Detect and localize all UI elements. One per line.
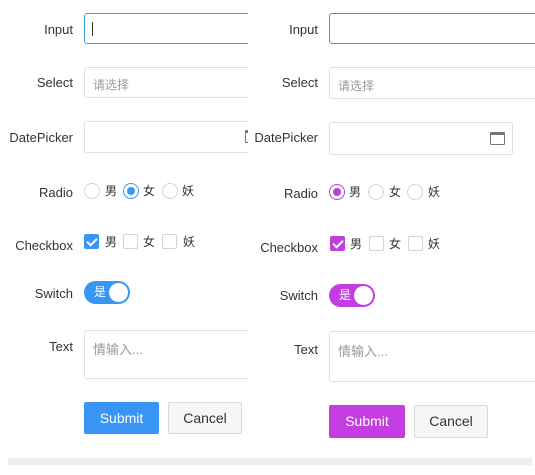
radio-button-selected[interactable] [329,184,345,200]
textarea-placeholder: 情输入... [338,344,388,359]
radio-button-selected[interactable] [123,183,139,199]
submit-button[interactable]: Submit [84,402,159,434]
radio-option-label: 男 [349,185,362,199]
input-field[interactable] [84,13,248,44]
cancel-button[interactable]: Cancel [168,402,242,434]
calendar-icon[interactable] [490,132,505,145]
radio-option-label: 女 [143,184,156,198]
text-label: Text [49,339,73,354]
radio-option-other[interactable]: 妖 [407,184,447,202]
datepicker-label: DatePicker [9,130,73,145]
radio-group: 男 女 妖 [329,184,489,202]
checkbox-option-male[interactable]: 男 [84,234,124,252]
cancel-button[interactable]: Cancel [414,405,488,438]
select-placeholder: 请选择 [338,79,375,93]
radio-button[interactable] [368,184,384,200]
checkbox-option-male[interactable]: 男 [330,236,370,254]
checkbox-option-label: 女 [143,235,156,249]
textarea-placeholder: 情输入... [93,342,143,357]
switch-knob [354,286,373,305]
select-label: Select [36,75,73,90]
submit-button[interactable]: Submit [329,405,405,438]
textarea-field[interactable]: 情输入... [84,330,248,379]
checkbox-option-female[interactable]: 女 [369,236,409,254]
checkbox-option-label: 男 [350,237,363,251]
select-field[interactable]: 请选择 [84,67,248,98]
select-label: Select [281,75,318,90]
datepicker-label: DatePicker [254,130,318,145]
text-label: Text [294,342,318,357]
checkbox-group: 男 女 妖 [84,234,244,252]
radio-option-male[interactable]: 男 [329,184,369,202]
checkbox-option-label: 女 [389,237,402,251]
checkbox[interactable] [162,234,177,249]
checkbox-checked[interactable] [330,236,345,251]
radio-group: 男 女 妖 [84,183,244,201]
checkbox[interactable] [408,236,423,251]
input-label: Input [44,22,73,37]
radio-label: Radio [39,185,73,200]
switch-label: Switch [279,288,318,303]
checkbox-option-label: 男 [105,235,118,249]
radio-option-label: 女 [389,185,402,199]
radio-option-female[interactable]: 女 [368,184,408,202]
radio-option-label: 男 [105,184,118,198]
switch-toggle[interactable]: 是 [84,281,130,304]
checkbox-option-label: 妖 [183,235,196,249]
radio-option-female[interactable]: 女 [123,183,163,201]
text-caret [92,22,93,36]
switch-on-text: 是 [94,285,107,299]
radio-option-male[interactable]: 男 [84,183,124,201]
checkbox-option-label: 妖 [428,237,441,251]
switch-toggle[interactable]: 是 [329,284,375,307]
datepicker-field[interactable] [84,121,248,153]
left-form: Input Select 请选择 DatePicker Radio 男 女 妖 … [0,0,248,458]
radio-option-label: 妖 [428,185,441,199]
switch-knob [109,283,128,302]
radio-button[interactable] [407,184,423,200]
horizontal-scrollbar[interactable] [8,458,532,465]
right-form: Input Select 请选择 DatePicker Radio 男 女 妖 … [245,0,535,458]
checkbox-group: 男 女 妖 [330,236,490,254]
checkbox-label: Checkbox [260,240,318,255]
checkbox[interactable] [123,234,138,249]
input-label: Input [289,22,318,37]
textarea-field[interactable]: 情输入... [329,331,535,382]
radio-label: Radio [284,186,318,201]
input-field[interactable] [329,13,535,44]
radio-option-other[interactable]: 妖 [162,183,202,201]
radio-button[interactable] [162,183,178,199]
radio-option-label: 妖 [182,184,195,198]
switch-label: Switch [34,286,73,301]
checkbox-checked[interactable] [84,234,99,249]
select-field[interactable]: 请选择 [329,67,535,99]
datepicker-field[interactable] [329,122,513,155]
checkbox[interactable] [369,236,384,251]
switch-on-text: 是 [339,288,352,302]
checkbox-label: Checkbox [15,238,73,253]
radio-button[interactable] [84,183,100,199]
checkbox-option-other[interactable]: 妖 [408,236,448,254]
checkbox-option-other[interactable]: 妖 [162,234,202,252]
select-placeholder: 请选择 [93,78,130,92]
checkbox-option-female[interactable]: 女 [123,234,163,252]
